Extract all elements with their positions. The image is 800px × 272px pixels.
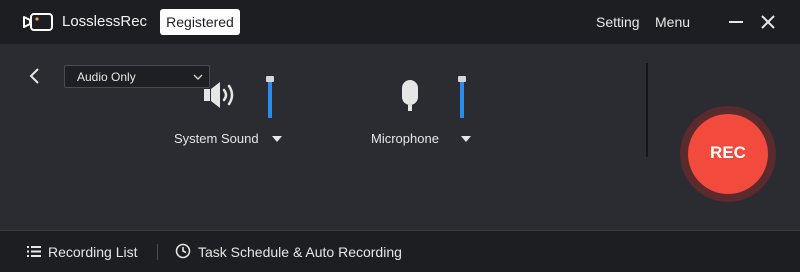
task-schedule-link[interactable]: Task Schedule & Auto Recording	[198, 244, 402, 260]
rec-label: REC	[710, 143, 746, 162]
camera-logo-icon	[23, 13, 53, 31]
system-sound-label: System Sound	[174, 131, 259, 146]
setting-menu[interactable]: Setting	[596, 14, 640, 30]
bottom-bar: Recording List Task Schedule & Auto Reco…	[0, 230, 800, 272]
rec-button-core[interactable]: REC	[688, 114, 768, 194]
system-sound-dropdown-icon[interactable]	[272, 136, 282, 142]
registered-badge: Registered	[160, 9, 240, 35]
main-menu[interactable]: Menu	[655, 14, 690, 30]
microphone-volume-slider[interactable]	[460, 82, 464, 118]
system-sound-volume-handle[interactable]	[266, 76, 274, 82]
clock-icon[interactable]	[175, 243, 191, 259]
microphone-label: Microphone	[371, 131, 439, 146]
app-name: LosslessRec	[62, 13, 148, 30]
list-icon[interactable]	[27, 245, 41, 258]
speaker-icon[interactable]	[202, 78, 238, 112]
microphone-icon[interactable]	[399, 78, 421, 114]
minimize-icon[interactable]	[726, 12, 746, 32]
chevron-left-icon[interactable]	[26, 66, 44, 86]
microphone-volume-handle[interactable]	[458, 76, 466, 82]
section-divider	[646, 63, 648, 157]
recording-list-link[interactable]: Recording List	[48, 244, 138, 260]
close-icon[interactable]	[758, 12, 778, 32]
mode-select[interactable]: Audio Only	[64, 65, 210, 88]
mode-select-value: Audio Only	[77, 70, 136, 84]
microphone-dropdown-icon[interactable]	[461, 136, 471, 142]
bottom-divider	[157, 244, 158, 260]
system-sound-volume-slider[interactable]	[268, 82, 272, 118]
title-bar: LosslessRec Registered Setting Menu	[0, 0, 800, 44]
rec-button[interactable]: REC	[680, 106, 776, 202]
